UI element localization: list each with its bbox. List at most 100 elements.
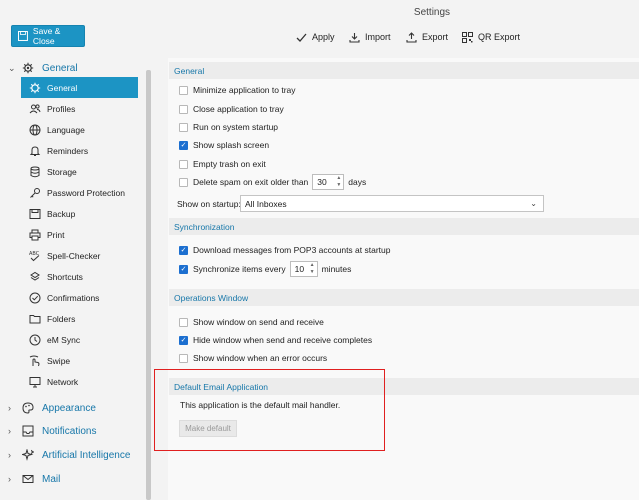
title-bar: Settings [0,0,639,22]
option-empty-trash[interactable]: Empty trash on exit [179,157,266,171]
sidebar-item-spell-checker[interactable]: ABC Spell-Checker [21,245,138,266]
option-unit: days [348,177,367,187]
window-title: Settings [413,7,451,18]
checkbox[interactable] [179,104,188,114]
stepper-value: 30 [317,177,327,187]
checkbox-checked[interactable] [179,140,188,150]
import-button[interactable]: Import [349,30,391,44]
save-icon [18,31,28,41]
sidebar-item-label: Profiles [47,103,76,114]
highlight-annotation [154,369,385,451]
group-header-general: General [169,62,639,79]
sidebar-item-print[interactable]: Print [21,224,138,245]
group-header-operations-window: Operations Window [169,289,639,306]
nav-section-label: General [42,62,78,74]
sidebar-item-swipe[interactable]: Swipe [21,350,138,371]
option-run-startup[interactable]: Run on system startup [179,120,278,134]
sidebar-item-label: eM Sync [47,334,81,345]
option-download-pop3[interactable]: Download messages from POP3 accounts at … [179,243,390,257]
checkbox[interactable] [179,122,188,132]
checkbox[interactable] [179,177,188,187]
nav-section-general[interactable]: ⌄ General [8,59,78,77]
option-label: Show splash screen [193,140,270,150]
option-minimize-tray[interactable]: Minimize application to tray [179,83,296,97]
spellcheck-icon: ABC [29,250,41,262]
chevron-right-icon: › [8,426,11,436]
stepper-arrows-icon[interactable]: ▲ ▼ [310,262,315,276]
nav-section-label: Artificial Intelligence [42,449,131,461]
sidebar-item-network[interactable]: Network [21,371,138,392]
sidebar-item-folders[interactable]: Folders [21,308,138,329]
nav-section-artificial-intelligence[interactable]: › Artificial Intelligence [8,446,130,464]
option-label: Run on system startup [193,122,279,132]
sidebar-item-profiles[interactable]: Profiles [21,98,138,119]
select-value: All Inboxes [245,198,287,209]
chevron-right-icon: › [8,450,11,460]
qr-export-button[interactable]: QR Export [462,30,520,44]
nav-section-label: Notifications [42,425,97,437]
stepper-arrows-icon[interactable]: ▲ ▼ [336,175,341,189]
option-sync-every[interactable]: Synchronize items every 10 ▲▼ minutes [179,261,351,277]
sidebar-item-password-protection[interactable]: Password Protection [21,182,138,203]
sidebar-item-confirmations[interactable]: Confirmations [21,287,138,308]
option-label: Delete spam on exit older than [193,177,309,187]
qr-export-label: QR Export [478,32,521,42]
sidebar-item-storage[interactable]: Storage [21,161,138,182]
mail-icon [22,473,36,485]
checkbox[interactable] [179,159,188,169]
qr-code-icon [462,31,473,43]
printer-icon [29,229,41,241]
sidebar-item-label: Storage [47,166,77,177]
sync-icon [29,334,41,346]
option-label: Hide window when send and receive comple… [193,335,373,345]
export-label: Export [422,32,449,42]
show-on-startup-label: Show on startup: [177,199,241,209]
sidebar-item-label: Reminders [47,145,89,156]
nav-section-appearance[interactable]: › Appearance [8,399,96,417]
checkbox-checked[interactable] [179,335,188,345]
option-show-error[interactable]: Show window when an error occurs [179,351,327,365]
notification-icon [22,425,36,437]
checkbox[interactable] [179,317,188,327]
sidebar-item-label: Backup [47,208,76,219]
checkbox[interactable] [179,353,188,363]
sidebar-item-em-sync[interactable]: eM Sync [21,329,138,350]
option-label: Empty trash on exit [193,159,266,169]
sidebar-item-reminders[interactable]: Reminders [21,140,138,161]
chevron-right-icon: › [8,403,11,413]
export-button[interactable]: Export [406,30,448,44]
shortcuts-icon [29,271,41,283]
spam-days-stepper[interactable]: 30 ▲ ▼ [312,174,345,190]
sidebar-item-shortcuts[interactable]: Shortcuts [21,266,138,287]
import-label: Import [365,32,391,42]
option-show-send[interactable]: Show window on send and receive [179,315,324,329]
nav-section-mail[interactable]: › Mail [8,470,60,488]
option-label: Show window on send and receive [193,317,324,327]
checkbox-checked[interactable] [179,245,188,255]
checkbox-checked[interactable] [179,264,188,274]
sidebar-item-language[interactable]: Language [21,119,138,140]
save-close-label: Save & Close [32,26,61,46]
save-close-button[interactable]: Save & Close [11,25,85,47]
apply-button[interactable]: Apply [296,30,335,44]
checkbox[interactable] [179,85,188,95]
sync-minutes-stepper[interactable]: 10 ▲ ▼ [289,261,318,277]
sidebar-item-label: Password Protection [47,187,125,198]
sidebar-item-general[interactable]: General [21,77,138,98]
sidebar-item-label: General [47,82,78,93]
stepper-value: 10 [294,264,305,274]
sidebar-item-backup[interactable]: Backup [21,203,138,224]
sidebar-item-label: Print [47,229,65,240]
option-splash-screen[interactable]: Show splash screen [179,138,269,152]
option-hide-complete[interactable]: Hide window when send and receive comple… [179,333,372,347]
gear-icon [29,82,41,94]
sidebar-item-label: Confirmations [47,292,100,303]
option-delete-spam[interactable]: Delete spam on exit older than 30 ▲ ▼ day… [179,174,367,190]
option-close-tray[interactable]: Close application to tray [179,102,284,116]
option-label: Synchronize items every [193,264,286,274]
nav-section-notifications[interactable]: › Notifications [8,422,96,440]
sidebar-scrollbar[interactable] [146,70,151,500]
toolbar: Save & Close Apply Import Export QR Expo… [0,22,639,58]
show-on-startup-select[interactable]: All Inboxes ⌄ [240,195,544,212]
import-icon [349,32,360,43]
